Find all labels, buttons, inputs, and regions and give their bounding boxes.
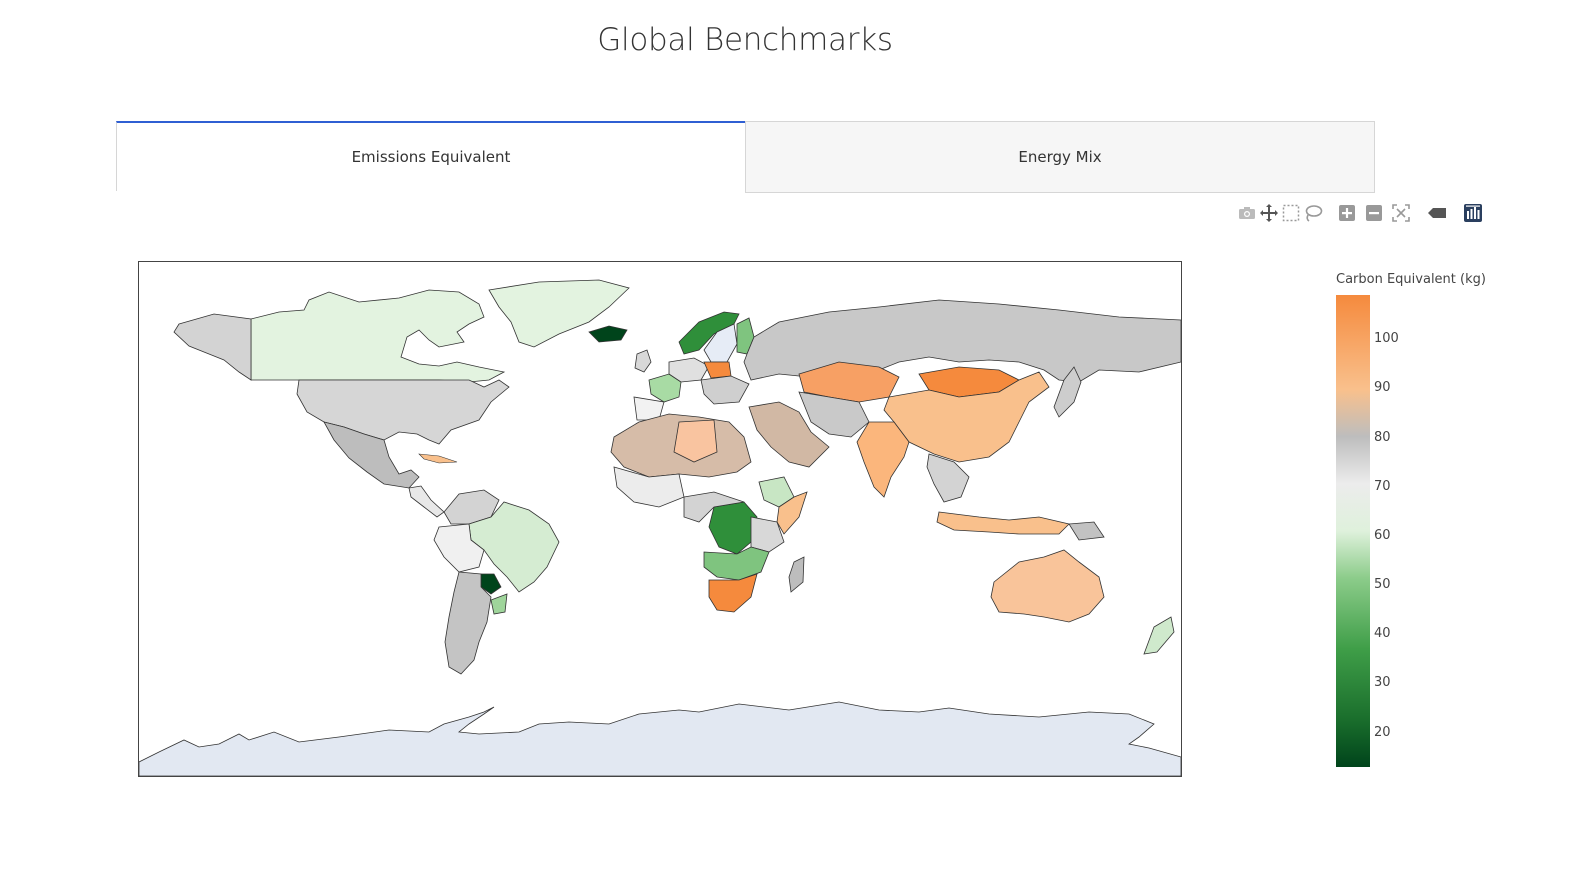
region-caribbean[interactable] — [418, 453, 458, 464]
region-uruguay[interactable] — [490, 593, 508, 615]
camera-icon[interactable] — [1236, 202, 1258, 224]
colorbar-tick-label: 40 — [1374, 626, 1391, 642]
colorbar-tick-label: 100 — [1374, 331, 1399, 347]
zoom-out-icon[interactable] — [1363, 202, 1385, 224]
region-uk[interactable] — [634, 349, 652, 373]
hover-icon[interactable] — [1426, 202, 1448, 224]
colorbar-tick-label: 30 — [1374, 675, 1391, 691]
colorbar-title: Carbon Equivalent (kg) — [1336, 272, 1486, 287]
colorbar-tick-label: 50 — [1374, 577, 1391, 593]
plot-modebar — [1236, 202, 1484, 224]
lasso-icon[interactable] — [1302, 202, 1324, 224]
colorbar-tick-label: 60 — [1374, 527, 1391, 543]
world-map[interactable] — [139, 262, 1181, 776]
colorbar-tick-label: 20 — [1374, 724, 1391, 740]
region-png[interactable] — [1068, 521, 1105, 541]
region-canada[interactable] — [250, 289, 506, 383]
region-southeast-europe[interactable] — [700, 375, 750, 405]
region-iceland[interactable] — [588, 325, 628, 343]
region-dr-congo[interactable] — [708, 501, 758, 555]
region-antarctica[interactable] — [139, 701, 1181, 776]
region-indonesia[interactable] — [936, 511, 1070, 535]
region-poland[interactable] — [703, 361, 732, 379]
page-title: Global Benchmarks — [597, 22, 893, 58]
tab-bar: Emissions Equivalent Energy Mix — [116, 121, 1375, 193]
box-select-icon[interactable] — [1280, 202, 1302, 224]
tab-energy-mix[interactable]: Energy Mix — [745, 121, 1375, 193]
region-india[interactable] — [856, 421, 910, 498]
region-usa[interactable] — [296, 379, 510, 445]
colorbar-tick-label: 80 — [1374, 429, 1391, 445]
tab-emissions-equivalent[interactable]: Emissions Equivalent — [116, 121, 745, 191]
region-alaska[interactable] — [173, 313, 252, 381]
region-central-europe[interactable] — [668, 357, 710, 383]
region-south-africa[interactable] — [708, 573, 758, 613]
plotly-logo-icon[interactable] — [1462, 202, 1484, 224]
region-central-america[interactable] — [408, 485, 445, 518]
colorbar — [1336, 295, 1370, 767]
reset-icon[interactable] — [1390, 202, 1412, 224]
colorbar-tick-label: 70 — [1374, 478, 1391, 494]
choropleth-map[interactable] — [138, 261, 1182, 777]
region-madagascar[interactable] — [788, 556, 805, 593]
pan-icon[interactable] — [1258, 202, 1280, 224]
colorbar-tick-label: 90 — [1374, 380, 1391, 396]
region-australia[interactable] — [990, 549, 1105, 623]
zoom-in-icon[interactable] — [1336, 202, 1358, 224]
region-new-zealand[interactable] — [1143, 616, 1175, 655]
